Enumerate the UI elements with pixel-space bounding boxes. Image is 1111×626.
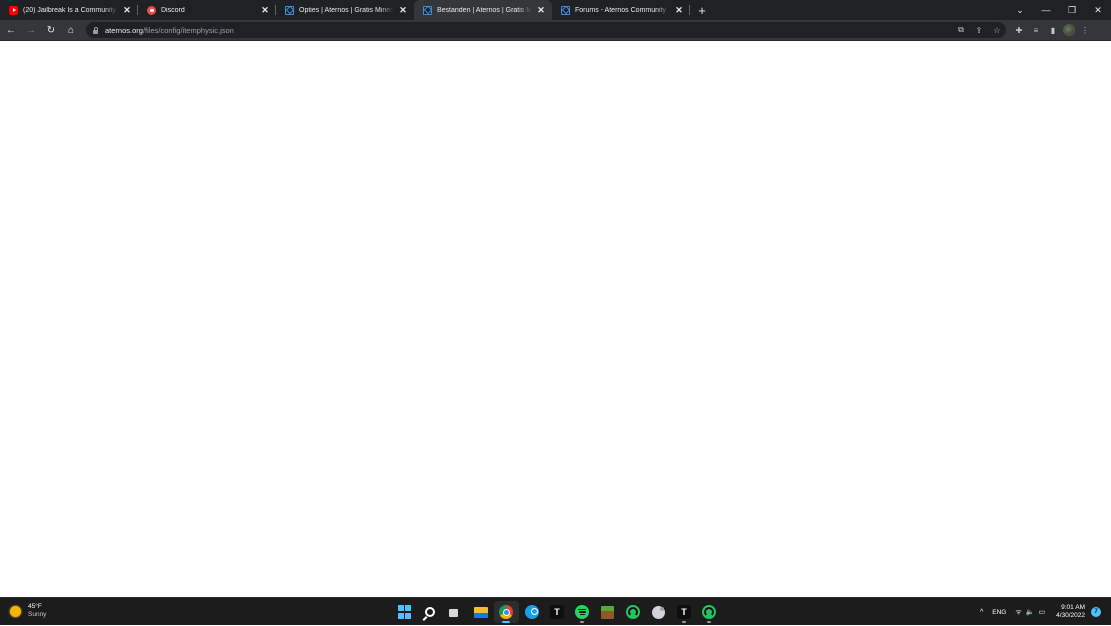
tab-strip: (20) Jailbreak Is a Community of ✕ Disco… [0,0,1111,20]
forward-button[interactable]: → [22,21,40,39]
tab-opties[interactable]: Opties | Aternos | Gratis Minecraft ✕ [276,0,414,20]
page-content [0,41,1111,597]
grey-app-icon [652,605,666,619]
home-button[interactable]: ⌂ [62,21,80,39]
show-hidden-icons-chevron-icon[interactable]: ^ [980,609,983,616]
tab-search-dropdown-icon[interactable]: ⌄ [1007,0,1033,20]
minecraft-button[interactable] [595,601,620,623]
aternos-icon [285,5,294,15]
spotify-button[interactable] [570,601,595,623]
menu-icon[interactable]: ⋮ [1078,23,1092,37]
running-indicator [580,621,585,623]
tab-title: Bestanden | Aternos | Gratis Minec [437,6,532,14]
green-ring-app-icon [702,605,717,619]
tab-discord[interactable]: Discord ✕ [138,0,276,20]
url-path: /files/config/itemphysic.json [142,25,234,35]
tab-forums[interactable]: Forums - Aternos Community ✕ [552,0,690,20]
weather-condition: Sunny [28,611,47,618]
system-tray: ^ ENG ᯤ 🔈 ▭ 9:01 AM 4/30/2022 7 [971,598,1111,626]
extensions-icon[interactable]: ✚ [1012,23,1026,37]
url-host: aternos.org [105,25,143,35]
tab-close-icon[interactable]: ✕ [122,5,132,15]
tab-title: (20) Jailbreak Is a Community of [23,6,118,14]
taskbar-apps: T T [392,601,722,623]
battery-icon[interactable]: ▭ [1038,608,1045,616]
aternos-icon [423,5,432,15]
steam-icon [524,605,539,619]
tiktok-icon: T [550,605,565,619]
youtube-icon [9,5,18,15]
media-control-icon[interactable]: ≡ [1029,23,1043,37]
running-indicator [502,621,511,623]
search-icon [425,607,436,617]
weather-text: 45°F Sunny [28,603,46,619]
clock-time: 9:01 AM [1061,604,1085,611]
app-ring-2-button[interactable] [697,601,722,623]
browser-toolbar: ← → ↻ ⌂ aternos.org/files/config/itemphy… [0,20,1111,41]
discord-icon [147,5,156,15]
new-tab-button[interactable]: + [692,0,712,20]
profile-avatar[interactable] [1063,24,1075,36]
aternos-icon [561,5,570,15]
omnibox-actions: ⧉ ⇪ ☆ [954,23,1006,37]
tab-close-icon[interactable]: ✕ [536,5,546,15]
chrome-icon [499,605,514,619]
file-explorer-button[interactable] [468,601,493,623]
folder-icon [473,606,488,618]
chrome-button[interactable] [493,601,519,623]
restore-button[interactable]: ❐ [1059,0,1085,20]
task-view-icon [449,607,462,617]
tiktok-button[interactable]: T [544,601,569,623]
clock[interactable]: 9:01 AM 4/30/2022 [1056,604,1085,620]
taskbar: 45°F Sunny T T ^ ENG ᯤ 🔈 ▭ 9:01 AM 4/30/… [0,597,1111,625]
start-button[interactable] [392,601,417,623]
tab-bestanden[interactable]: Bestanden | Aternos | Gratis Minec ✕ [414,0,552,20]
running-indicator [707,621,712,623]
tab-close-icon[interactable]: ✕ [398,5,408,15]
bookmark-star-icon[interactable]: ☆ [990,23,1004,37]
wifi-icon[interactable]: ᯤ [1015,608,1021,617]
tab-title: Discord [161,6,185,14]
volume-icon[interactable]: 🔈 [1026,608,1035,616]
window-controls: ⌄ — ❐ ✕ [1007,0,1111,20]
weather-widget[interactable]: 45°F Sunny [10,603,46,619]
language-indicator[interactable]: ENG [992,609,1006,616]
notification-badge[interactable]: 7 [1091,607,1101,617]
minimize-button[interactable]: — [1033,0,1059,20]
side-panel-icon[interactable]: ▮ [1046,23,1060,37]
tiktok-2-button[interactable]: T [671,601,696,623]
search-button[interactable] [417,601,442,623]
weather-temperature: 45°F [28,603,42,610]
steam-button[interactable] [519,601,544,623]
reload-button[interactable]: ↻ [42,21,60,39]
tab-youtube[interactable]: (20) Jailbreak Is a Community of ✕ [0,0,138,20]
lock-icon[interactable] [92,26,99,34]
tab-title: Forums - Aternos Community [575,6,667,14]
app-ghost-button[interactable] [646,601,671,623]
tiktok-icon: T [676,605,691,619]
green-ring-app-icon [626,605,641,619]
close-window-button[interactable]: ✕ [1085,0,1111,20]
address-bar[interactable]: aternos.org/files/config/itemphysic.json… [86,22,1006,38]
share-icon[interactable]: ⇪ [972,23,986,37]
windows-icon [397,605,412,619]
tab-close-icon[interactable]: ✕ [674,5,684,15]
task-view-button[interactable] [443,601,468,623]
sun-icon [10,605,21,617]
tab-title: Opties | Aternos | Gratis Minecraft [299,6,394,14]
back-button[interactable]: ← [2,21,20,39]
clock-date: 4/30/2022 [1056,612,1085,619]
spotify-icon [575,605,590,619]
running-indicator [681,621,686,623]
tab-close-icon[interactable]: ✕ [260,5,270,15]
translate-icon[interactable]: ⧉ [954,23,968,37]
toolbar-right: ✚ ≡ ▮ ⋮ [1012,23,1092,37]
tab-separator [689,5,690,15]
app-ring-button[interactable] [621,601,646,623]
minecraft-icon [601,605,615,619]
